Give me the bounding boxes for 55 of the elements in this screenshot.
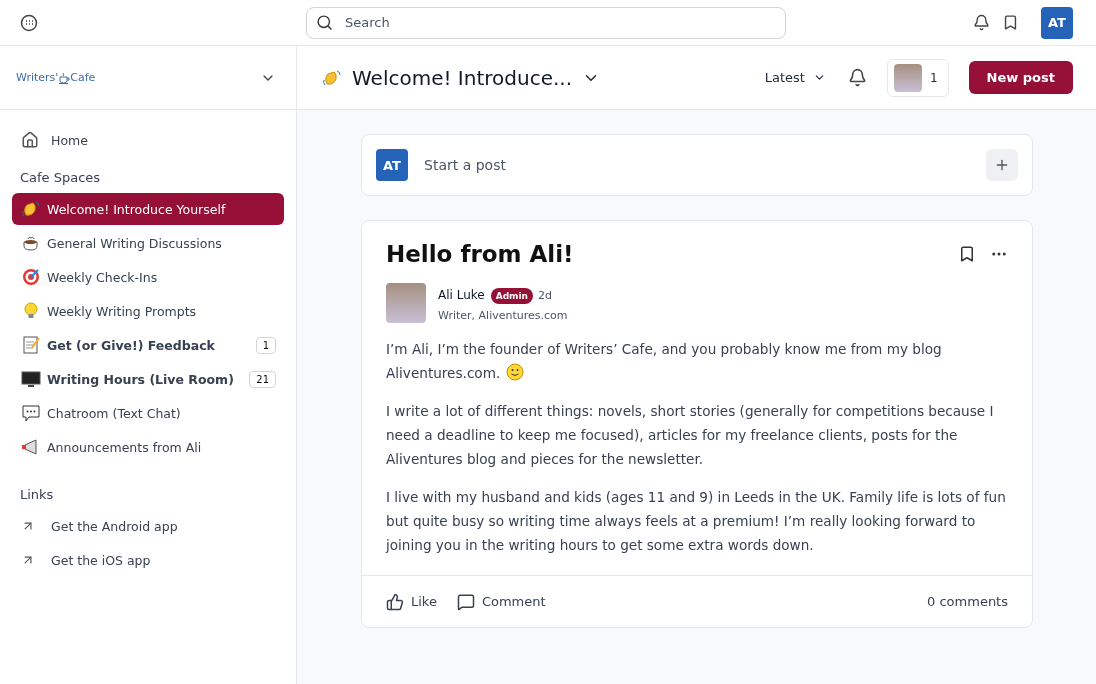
logo-text[interactable]: Cafe <box>70 71 96 84</box>
external-link[interactable]: Get the Android app <box>12 510 284 542</box>
like-button[interactable]: Like <box>386 592 437 611</box>
home-icon <box>21 131 39 149</box>
new-post-button[interactable]: New post <box>968 61 1073 94</box>
post-title: Hello from Ali! <box>386 241 575 267</box>
post-time: 2d <box>538 289 553 302</box>
target-icon <box>21 267 41 287</box>
members-button[interactable]: 1 <box>886 58 949 97</box>
comment-button[interactable]: Comment <box>456 592 546 611</box>
comments-count[interactable]: 0 comments <box>927 594 1008 609</box>
space-item[interactable]: Welcome! Introduce Yourself <box>12 193 284 225</box>
space-item[interactable]: Get (or Give!) Feedback 1 <box>12 329 284 361</box>
monitor-icon <box>21 369 41 389</box>
light-bulb-icon <box>21 301 41 321</box>
space-item[interactable]: Weekly Writing Prompts <box>12 295 284 327</box>
logo-text[interactable]: Writers' <box>16 71 59 84</box>
sort-dropdown[interactable]: Latest <box>764 70 826 85</box>
space-item[interactable]: Announcements from Ali <box>12 431 284 463</box>
photo-placeholder <box>386 283 426 323</box>
speech-bubble-icon <box>21 403 41 423</box>
grid-logo-icon[interactable] <box>20 13 38 32</box>
coffee-cup-icon <box>58 71 71 84</box>
space-item[interactable]: General Writing Discussions <box>12 227 284 259</box>
space-title: Welcome! Introduce... <box>352 65 573 90</box>
search-field[interactable]: Search <box>306 6 786 39</box>
unread-count: 21 <box>249 370 276 388</box>
author-name[interactable]: Ali Luke <box>438 288 485 302</box>
external-link[interactable]: Get the iOS app <box>12 544 284 576</box>
smiley-icon <box>506 363 525 381</box>
post-paragraph: I write a lot of different things: novels, short stories (generally for competitions because I need a deadline to keep me focused), articles for my freelance clients, posts for the Aliventures blog and pieces for the newsletter. <box>386 402 995 469</box>
memo-icon <box>21 335 41 355</box>
add-button[interactable] <box>986 149 1018 181</box>
space-item[interactable]: Writing Hours (Live Room) 21 <box>12 363 284 395</box>
section-heading: Links <box>19 486 55 504</box>
bookmark-icon[interactable] <box>1002 14 1019 31</box>
thumbs-up-icon <box>386 592 404 611</box>
section-heading: Cafe Spaces <box>19 169 102 187</box>
plus-icon <box>994 157 1010 173</box>
post-paragraph: I live with my husband and kids (ages 11 and 9) in Leeds in the UK. Family life is lots of fun but quite busy so writing time always feels at a premium! I’m really looking forward to joining you in the writing hours to get some extra words down. <box>386 488 1007 555</box>
author-bio: Writer, Aliventures.com <box>438 309 568 322</box>
space-item[interactable]: Chatroom (Text Chat) <box>12 397 284 429</box>
user-avatar[interactable]: AT <box>1041 6 1073 39</box>
comment-icon <box>456 592 475 611</box>
photo-placeholder <box>893 63 922 92</box>
notifications-icon[interactable] <box>847 68 867 87</box>
user-avatar: AT <box>376 149 408 181</box>
notifications-icon[interactable] <box>973 14 990 31</box>
post-paragraph: I’m Ali, I’m the founder of Writers’ Cafe, and you probably know me from my blog Aliventures.com. <box>386 340 943 383</box>
unread-count: 1 <box>255 336 276 354</box>
space-item[interactable]: Weekly Check-Ins <box>12 261 284 293</box>
admin-badge: Admin <box>490 288 533 304</box>
home-link[interactable]: Home <box>12 124 284 156</box>
bookmark-icon[interactable] <box>958 245 976 263</box>
search-icon <box>316 13 333 31</box>
